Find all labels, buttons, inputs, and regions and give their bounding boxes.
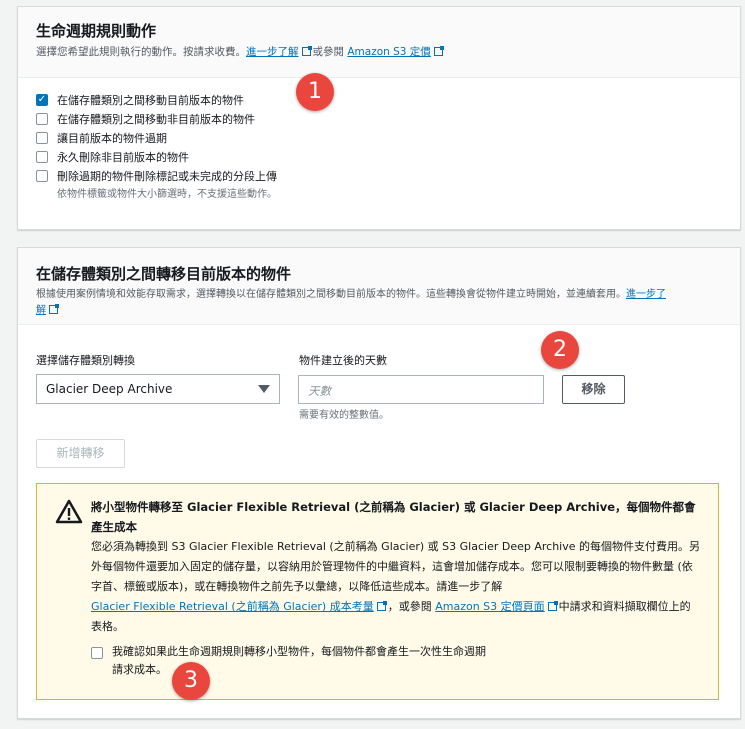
glacier-cost-link[interactable]: Glacier Flexible Retrieval (之前稱為 Glacier… <box>91 600 374 613</box>
storage-class-label: 選擇儲存體類別轉換 <box>36 354 135 367</box>
transition-header: 在儲存體類別之間轉移目前版本的物件 根據使用案例情境和效能存取需求，選擇轉換以在… <box>18 248 740 325</box>
ack-label-line1: 我確認如果此生命週期規則轉移小型物件，每個物件都會產生一次性生命週期 <box>112 645 486 658</box>
learn-more-link[interactable]: 進一步了 <box>626 289 666 300</box>
storage-class-select[interactable]: Glacier Deep Archive <box>36 374 280 404</box>
days-label: 物件建立後的天數 <box>299 354 387 367</box>
external-link-icon <box>547 601 558 611</box>
desc-text: 根據使用案例情境和效能存取需求，選擇轉換以在儲存體類別之間移動目前版本的物件。這… <box>36 289 626 300</box>
option-delete-noncurrent[interactable]: 永久刪除非目前版本的物件 <box>36 149 722 168</box>
option-label: 刪除過期的物件刪除標記或未完成的分段上傳 <box>57 170 277 183</box>
add-transition-button[interactable]: 新增轉移 <box>36 439 125 468</box>
annotation-badge-1: 1 <box>296 73 334 111</box>
lifecycle-actions-panel: 生命週期規則動作 選擇您希望此規則執行的動作。按請求收費。進一步了解 或參閱 Am… <box>17 6 741 230</box>
option-move-current[interactable]: ✓ 在儲存體類別之間移動目前版本的物件 <box>36 92 722 111</box>
external-link-icon <box>376 601 387 611</box>
transition-desc: 根據使用案例情境和效能存取需求，選擇轉換以在儲存體類別之間移動目前版本的物件。這… <box>36 287 722 319</box>
warning-icon <box>55 499 83 524</box>
annotation-badge-3: 3 <box>172 662 210 700</box>
annotation-badge-2: 2 <box>541 331 579 369</box>
option-expire-current[interactable]: 讓目前版本的物件過期 <box>36 130 722 149</box>
option-move-noncurrent[interactable]: 在儲存體類別之間移動非目前版本的物件 <box>36 111 722 130</box>
option-label: 在儲存體類別之間移動目前版本的物件 <box>57 94 244 107</box>
external-link-icon <box>433 46 444 56</box>
learn-more-link-cont[interactable]: 解 <box>36 305 46 316</box>
days-placeholder: 天數 <box>308 384 331 398</box>
checkbox-checked[interactable]: ✓ <box>36 94 48 106</box>
lifecycle-actions-desc: 選擇您希望此規則執行的動作。按請求收費。進一步了解 或參閱 Amazon S3 定… <box>36 44 722 60</box>
caret-down-icon <box>258 385 270 393</box>
checkbox[interactable] <box>36 113 48 125</box>
lifecycle-actions-title: 生命週期規則動作 <box>36 22 157 40</box>
ack-label-line2: 請求成本。 <box>112 663 167 676</box>
option-label: 在儲存體類別之間移動非目前版本的物件 <box>57 113 255 126</box>
warning-content: 將小型物件轉移至 Glacier Flexible Retrieval (之前稱… <box>91 497 701 679</box>
s3-pricing-page-link[interactable]: Amazon S3 定價頁面 <box>435 600 544 613</box>
storage-class-value: Glacier Deep Archive <box>46 382 173 396</box>
days-hint: 需要有效的整數值。 <box>299 410 389 421</box>
warning-mid-text: ，或參閱 <box>387 600 432 613</box>
checkbox[interactable] <box>36 132 48 144</box>
warning-alert: 將小型物件轉移至 Glacier Flexible Retrieval (之前稱… <box>36 483 719 700</box>
external-link-icon <box>49 304 59 314</box>
learn-more-link[interactable]: 進一步了解 <box>246 46 299 58</box>
ack-checkbox[interactable] <box>91 647 103 659</box>
transition-title: 在儲存體類別之間轉移目前版本的物件 <box>36 265 292 283</box>
desc-mid-text: 或參閱 <box>312 46 345 58</box>
option-label: 永久刪除非目前版本的物件 <box>57 151 189 164</box>
external-link-icon <box>301 46 312 56</box>
option-note: 依物件標籤或物件大小篩選時，不支援這些動作。 <box>57 189 277 200</box>
warning-body: 您必須為轉換到 S3 Glacier Flexible Retrieval (之… <box>91 537 701 637</box>
option-label: 讓目前版本的物件過期 <box>57 132 167 145</box>
warning-body-text: 您必須為轉換到 S3 Glacier Flexible Retrieval (之… <box>91 540 701 593</box>
remove-button[interactable]: 移除 <box>562 375 625 404</box>
action-options: ✓ 在儲存體類別之間移動目前版本的物件 在儲存體類別之間移動非目前版本的物件 讓目… <box>18 78 740 200</box>
lifecycle-actions-header: 生命週期規則動作 選擇您希望此規則執行的動作。按請求收費。進一步了解 或參閱 Am… <box>18 7 740 78</box>
checkbox[interactable] <box>36 151 48 163</box>
s3-pricing-link[interactable]: Amazon S3 定價 <box>347 46 430 58</box>
warning-title: 將小型物件轉移至 Glacier Flexible Retrieval (之前稱… <box>91 500 696 534</box>
checkbox[interactable] <box>36 170 48 182</box>
ack-label: 我確認如果此生命週期規則轉移小型物件，每個物件都會產生一次性生命週期 請求成本。 <box>112 643 486 679</box>
days-input[interactable]: 天數 <box>298 375 544 404</box>
desc-text: 選擇您希望此規則執行的動作。按請求收費。 <box>36 46 246 58</box>
